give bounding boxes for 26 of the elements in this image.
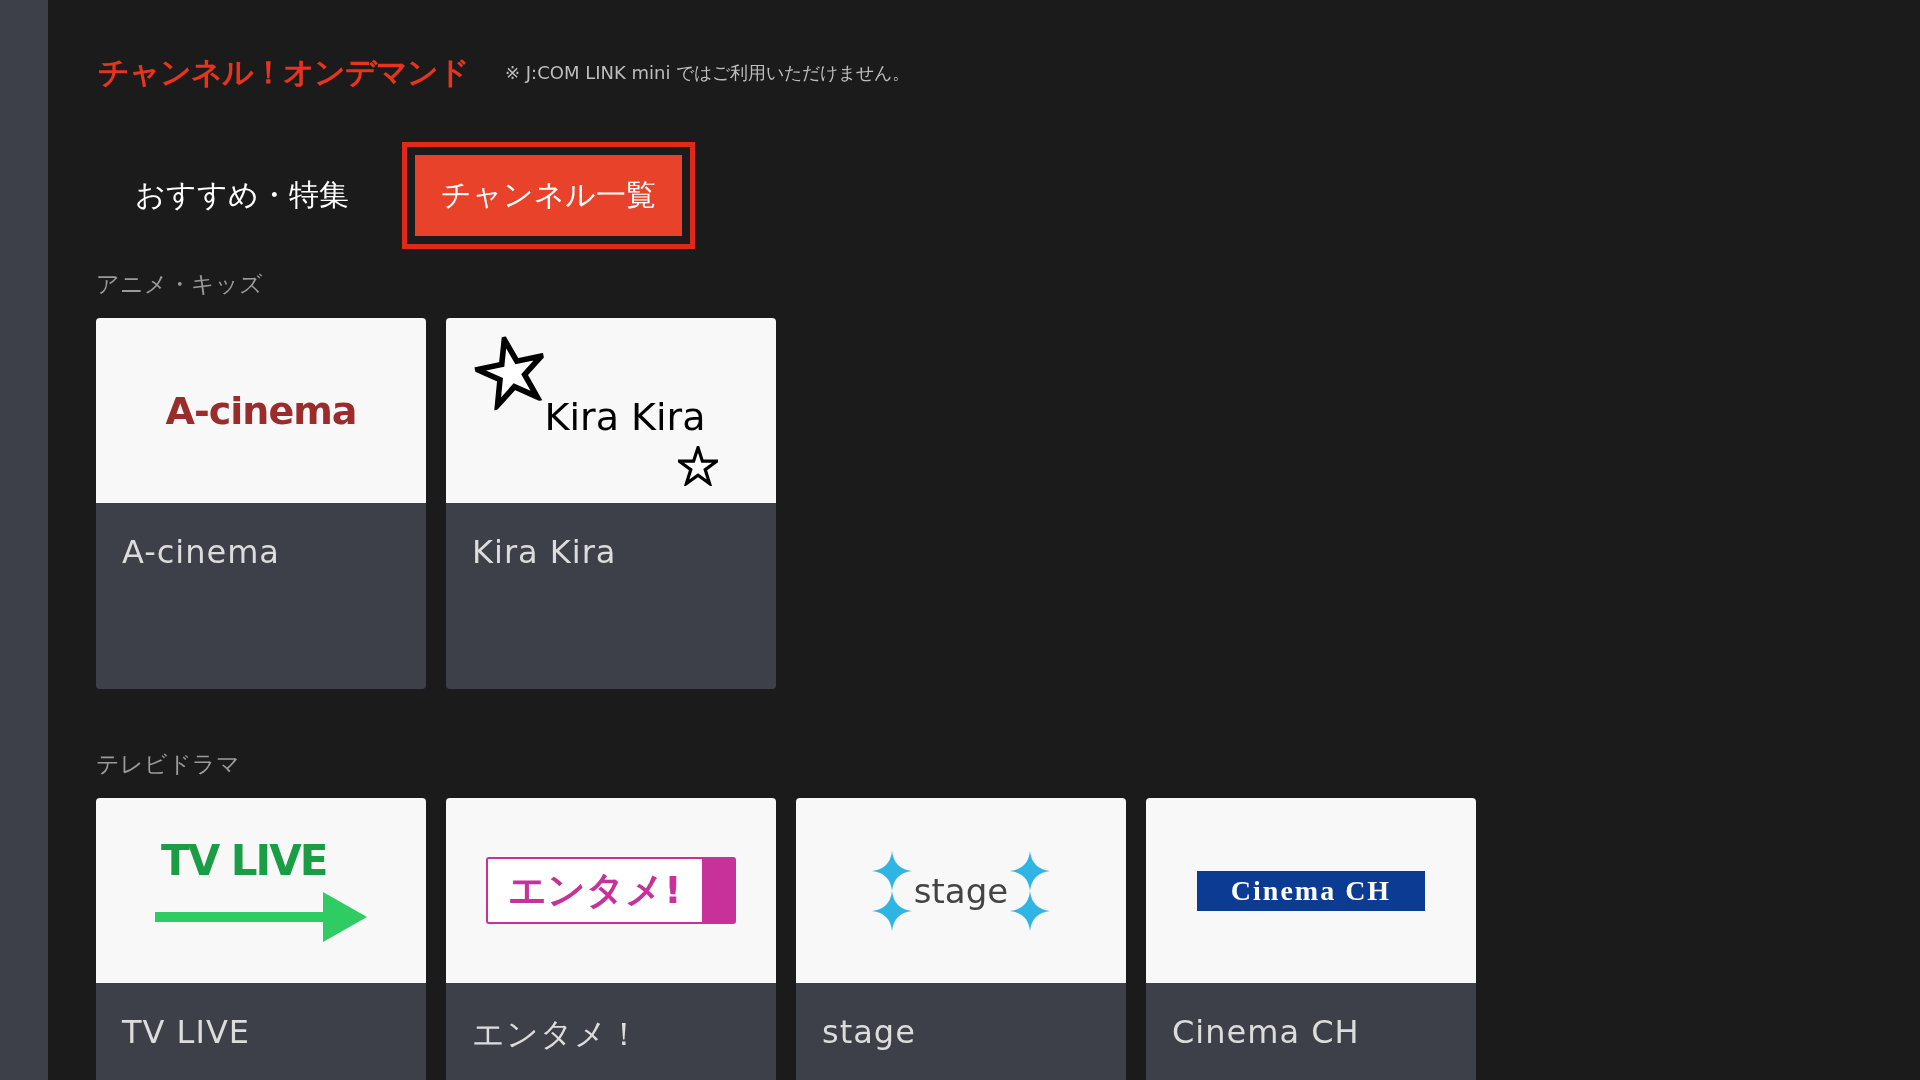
channel-card[interactable]: stage stage — [796, 798, 1126, 1080]
channel-card[interactable]: TV LIVE TV LIVE — [96, 798, 426, 1080]
channel-name: エンタメ！ — [471, 1014, 642, 1055]
tab[interactable]: おすすめ・特集 — [96, 142, 388, 249]
notice-text: ※ J:COM LINK mini ではご利用いただけません。 — [505, 61, 911, 85]
channel-name: Kira Kira — [471, 532, 618, 573]
channel-name: stage — [821, 1012, 917, 1053]
star-icon — [678, 446, 718, 486]
section-title: テレビドラマ — [96, 750, 241, 779]
channel-name: TV LIVE — [121, 1012, 251, 1053]
channel-card[interactable]: Cinema CH Cinema CH — [1146, 798, 1476, 1080]
logo-text: A-cinema — [165, 388, 357, 433]
logo-badge: エンタメ! — [486, 857, 736, 924]
tab[interactable]: チャンネル一覧 — [402, 142, 695, 249]
arrow-icon — [155, 891, 367, 942]
logo-text: Kira Kira — [544, 394, 706, 439]
logo-text: TV LIVE — [161, 839, 327, 882]
channel-card[interactable]: エンタメ! エンタメ！ — [446, 798, 776, 1080]
logo-banner: Cinema CH — [1197, 870, 1425, 911]
section-title: アニメ・キッズ — [96, 270, 264, 299]
channel-name: Cinema CH — [1171, 1012, 1361, 1053]
channel-name: A-cinema — [121, 532, 281, 573]
channel-card[interactable]: Kira Kira Kira Kira — [446, 318, 776, 689]
logo-text: stage — [913, 870, 1009, 911]
channel-card[interactable]: A-cinema A-cinema — [96, 318, 426, 689]
page-title: チャンネル！オンデマンド — [98, 53, 469, 92]
